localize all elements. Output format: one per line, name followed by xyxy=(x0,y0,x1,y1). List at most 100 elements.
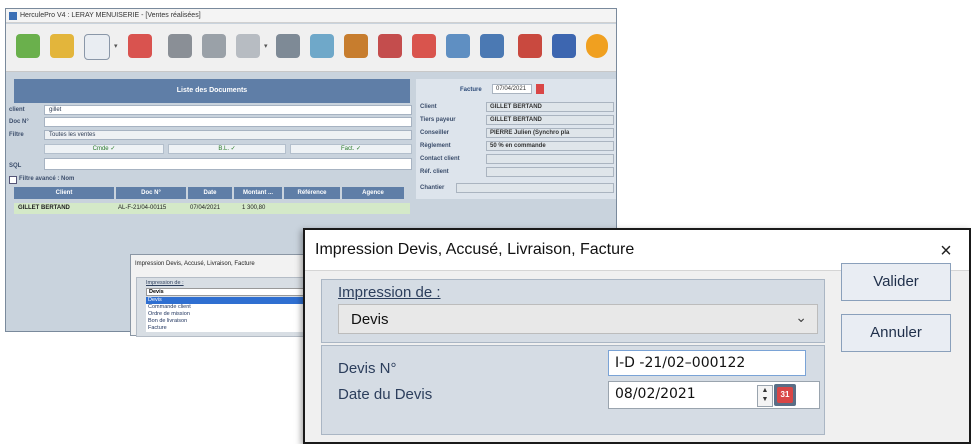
col-docnum[interactable]: Doc N° xyxy=(116,187,186,199)
sql-row: SQL xyxy=(6,158,416,170)
list-title: Liste des Documents xyxy=(176,87,248,94)
option-item[interactable]: Bon de livraison xyxy=(146,318,311,325)
app-icon xyxy=(9,12,17,20)
tools-icon[interactable] xyxy=(518,34,542,58)
doc-type-label: Facture xyxy=(460,87,482,93)
column-headers: Client Doc N° Date Montant ... Référence… xyxy=(6,187,416,199)
small-select[interactable]: Devis xyxy=(146,288,311,296)
col-reference[interactable]: Référence xyxy=(284,187,340,199)
calendar-button[interactable]: 31 xyxy=(774,384,796,406)
sql-label: SQL xyxy=(9,163,22,169)
bl-check[interactable]: B.L. ✓ xyxy=(168,144,286,154)
detail-value: GILLET BERTAND xyxy=(486,115,614,125)
option-item[interactable]: Ordre de mission xyxy=(146,311,311,318)
detail-row: Conseiller PIERRE Julien (Synchro pla xyxy=(416,127,616,139)
document-info-group: Devis N° I-D -21/02–000122 Date du Devis… xyxy=(321,345,825,435)
stamp-icon[interactable] xyxy=(412,34,436,58)
detail-value: PIERRE Julien (Synchro pla xyxy=(486,128,614,138)
cancel-label: Annuler xyxy=(870,324,922,341)
doc-date-field[interactable]: 07/04/2021 xyxy=(492,84,532,94)
detail-value xyxy=(486,167,614,177)
docnum-field[interactable] xyxy=(44,117,412,127)
print-type-select[interactable]: Devis ⌄ xyxy=(338,304,818,334)
print-dialog: Impression Devis, Accusé, Livraison, Fac… xyxy=(303,228,971,444)
advanced-filter-checkbox[interactable] xyxy=(9,176,17,184)
app-title: HerculePro V4 : LERAY MENUISERIE - [Vent… xyxy=(20,12,201,19)
cmde-check[interactable]: Cmde ✓ xyxy=(44,144,164,154)
detail-row: Chantier xyxy=(416,182,616,194)
fact-check[interactable]: Fact. ✓ xyxy=(290,144,412,154)
document-icon[interactable] xyxy=(84,34,110,60)
app-title-bar: HerculePro V4 : LERAY MENUISERIE - [Vent… xyxy=(6,9,616,23)
dialog-title: Impression Devis, Accusé, Livraison, Fac… xyxy=(315,241,635,258)
row-amount: 1 300,80 xyxy=(242,205,266,211)
detail-row: Client GILLET BERTAND xyxy=(416,101,616,113)
client-field[interactable]: gillet xyxy=(44,105,412,115)
client-label: client xyxy=(9,107,25,113)
option-item[interactable]: Commande client xyxy=(146,304,311,311)
delete-document-icon[interactable] xyxy=(128,34,152,58)
col-amount[interactable]: Montant ... xyxy=(234,187,282,199)
box-icon[interactable] xyxy=(446,34,470,58)
date-spinner[interactable]: ▲ ▼ xyxy=(757,385,773,407)
print-type-group: Impression de : Devis ⌄ xyxy=(321,279,825,343)
chevron-down-icon: ⌄ xyxy=(795,309,807,325)
pen-icon[interactable] xyxy=(168,34,192,58)
col-agency[interactable]: Agence xyxy=(342,187,404,199)
copy-icon[interactable] xyxy=(202,34,226,58)
link-icon[interactable] xyxy=(236,34,260,58)
small-dialog-title: Impression Devis, Accusé, Livraison, Fac… xyxy=(135,261,255,267)
report-icon[interactable] xyxy=(480,34,504,58)
devis-date-label: Date du Devis xyxy=(338,386,433,403)
toolbar: ▾ ▾ xyxy=(6,24,616,72)
spin-up-icon[interactable]: ▲ xyxy=(758,386,772,395)
row-client: GILLET BERTAND xyxy=(18,205,70,211)
option-item[interactable]: Facture xyxy=(146,325,311,332)
client-row: client gillet xyxy=(6,105,416,116)
detail-row: Réf. client xyxy=(416,166,616,178)
filter-row: Filtre Toutes les ventes xyxy=(6,130,416,141)
validate-label: Valider xyxy=(873,273,919,290)
small-print-dialog: Impression Devis, Accusé, Livraison, Fac… xyxy=(130,254,316,337)
devis-number-input[interactable]: I-D -21/02–000122 xyxy=(608,350,806,376)
new-document-icon[interactable] xyxy=(16,34,40,58)
devis-date-input[interactable]: 08/02/2021 ▲ ▼ 31 xyxy=(608,381,820,409)
small-group-label: Impression de : xyxy=(146,280,184,286)
detail-value: 50 % en commande xyxy=(486,141,614,151)
filter-label: Filtre xyxy=(9,132,24,138)
calculator-icon[interactable] xyxy=(276,34,300,58)
validate-button[interactable]: Valider xyxy=(841,263,951,301)
calendar-icon: 31 xyxy=(777,387,793,403)
dropdown-arrow-icon[interactable]: ▾ xyxy=(264,42,268,50)
filter-select[interactable]: Toutes les ventes xyxy=(44,130,412,140)
detail-label: Conseiller xyxy=(420,130,450,136)
option-item[interactable]: Devis xyxy=(146,297,311,304)
col-client[interactable]: Client xyxy=(14,187,114,199)
detail-value xyxy=(456,183,614,193)
small-dialog-group: Impression de : Devis Devis Commande cli… xyxy=(136,277,316,337)
alert-icon[interactable] xyxy=(586,34,608,58)
detail-row: Tiers payeur GILLET BERTAND xyxy=(416,114,616,126)
cancel-button[interactable]: Annuler xyxy=(841,314,951,352)
edit-icon[interactable] xyxy=(50,34,74,58)
detail-label: Chantier xyxy=(420,185,445,191)
advanced-filter-row: Filtre avancé : Nom xyxy=(6,174,416,185)
detail-header: Facture 07/04/2021 xyxy=(416,83,616,97)
users-icon[interactable] xyxy=(344,34,368,58)
info-icon[interactable] xyxy=(552,34,576,58)
devis-number-label: Devis N° xyxy=(338,360,397,377)
row-doc: AL-F-21/04-00115 xyxy=(118,205,167,211)
close-icon[interactable]: × xyxy=(933,238,959,264)
transfer-icon[interactable] xyxy=(310,34,334,58)
document-detail-panel: Facture 07/04/2021 Client GILLET BERTAND … xyxy=(416,79,616,199)
table-row[interactable]: GILLET BERTAND AL-F-21/04-00115 07/04/20… xyxy=(14,203,410,214)
spin-down-icon[interactable]: ▼ xyxy=(758,395,772,404)
filter-area: client gillet Doc N° Filtre Toutes les v… xyxy=(6,104,416,204)
calendar-icon[interactable] xyxy=(378,34,402,58)
col-date[interactable]: Date xyxy=(188,187,232,199)
devis-date-value: 08/02/2021 xyxy=(615,386,696,402)
calendar-icon[interactable] xyxy=(536,84,544,94)
sql-field[interactable] xyxy=(44,158,412,170)
checks-row: Cmde ✓ B.L. ✓ Fact. ✓ xyxy=(6,144,416,155)
dropdown-arrow-icon[interactable]: ▾ xyxy=(114,42,118,50)
